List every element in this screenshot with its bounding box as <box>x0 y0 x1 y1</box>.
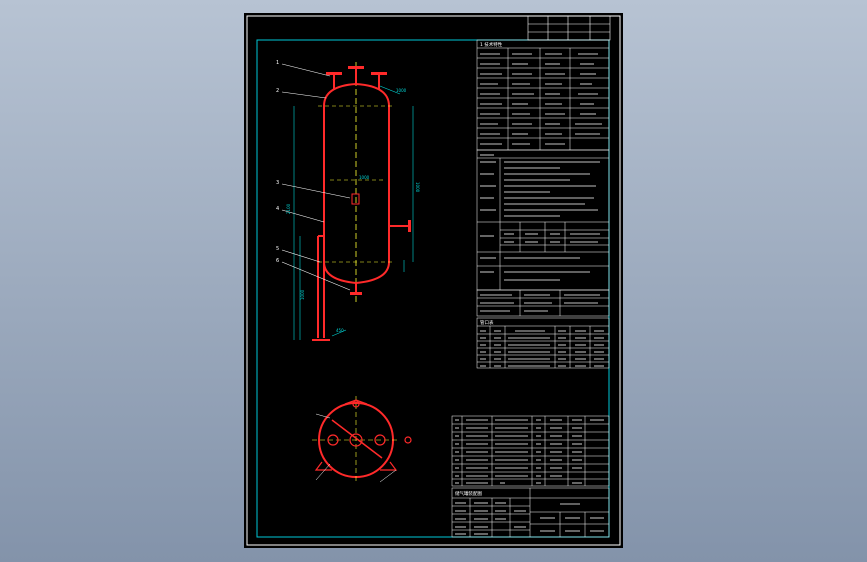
callout-5: 5 <box>276 246 279 252</box>
cad-viewport: 1 2 3 4 5 6 1000 1000 2100 1000 1000 450 <box>244 13 623 548</box>
title-block-label: 储气罐装配图 <box>455 490 482 497</box>
dimension-shell-height: 1000 <box>415 182 420 193</box>
dimension-leg-height: 1000 <box>300 289 305 300</box>
nozzle-table-title: 管口表 <box>480 319 494 326</box>
dimension-nozzle: 1000 <box>396 88 407 93</box>
spec-table-title: 1 技术特性 <box>480 41 503 48</box>
callout-6: 6 <box>276 258 279 264</box>
callout-2: 2 <box>276 88 279 94</box>
callout-3: 3 <box>276 180 279 186</box>
drawing-sheet <box>244 13 623 548</box>
callout-1: 1 <box>276 60 279 66</box>
dimension-leg-offset: 450 <box>336 328 344 333</box>
dimension-top-width: 1000 <box>359 175 370 180</box>
dimension-overall-height: 2100 <box>286 203 291 214</box>
callout-4: 4 <box>276 206 279 212</box>
